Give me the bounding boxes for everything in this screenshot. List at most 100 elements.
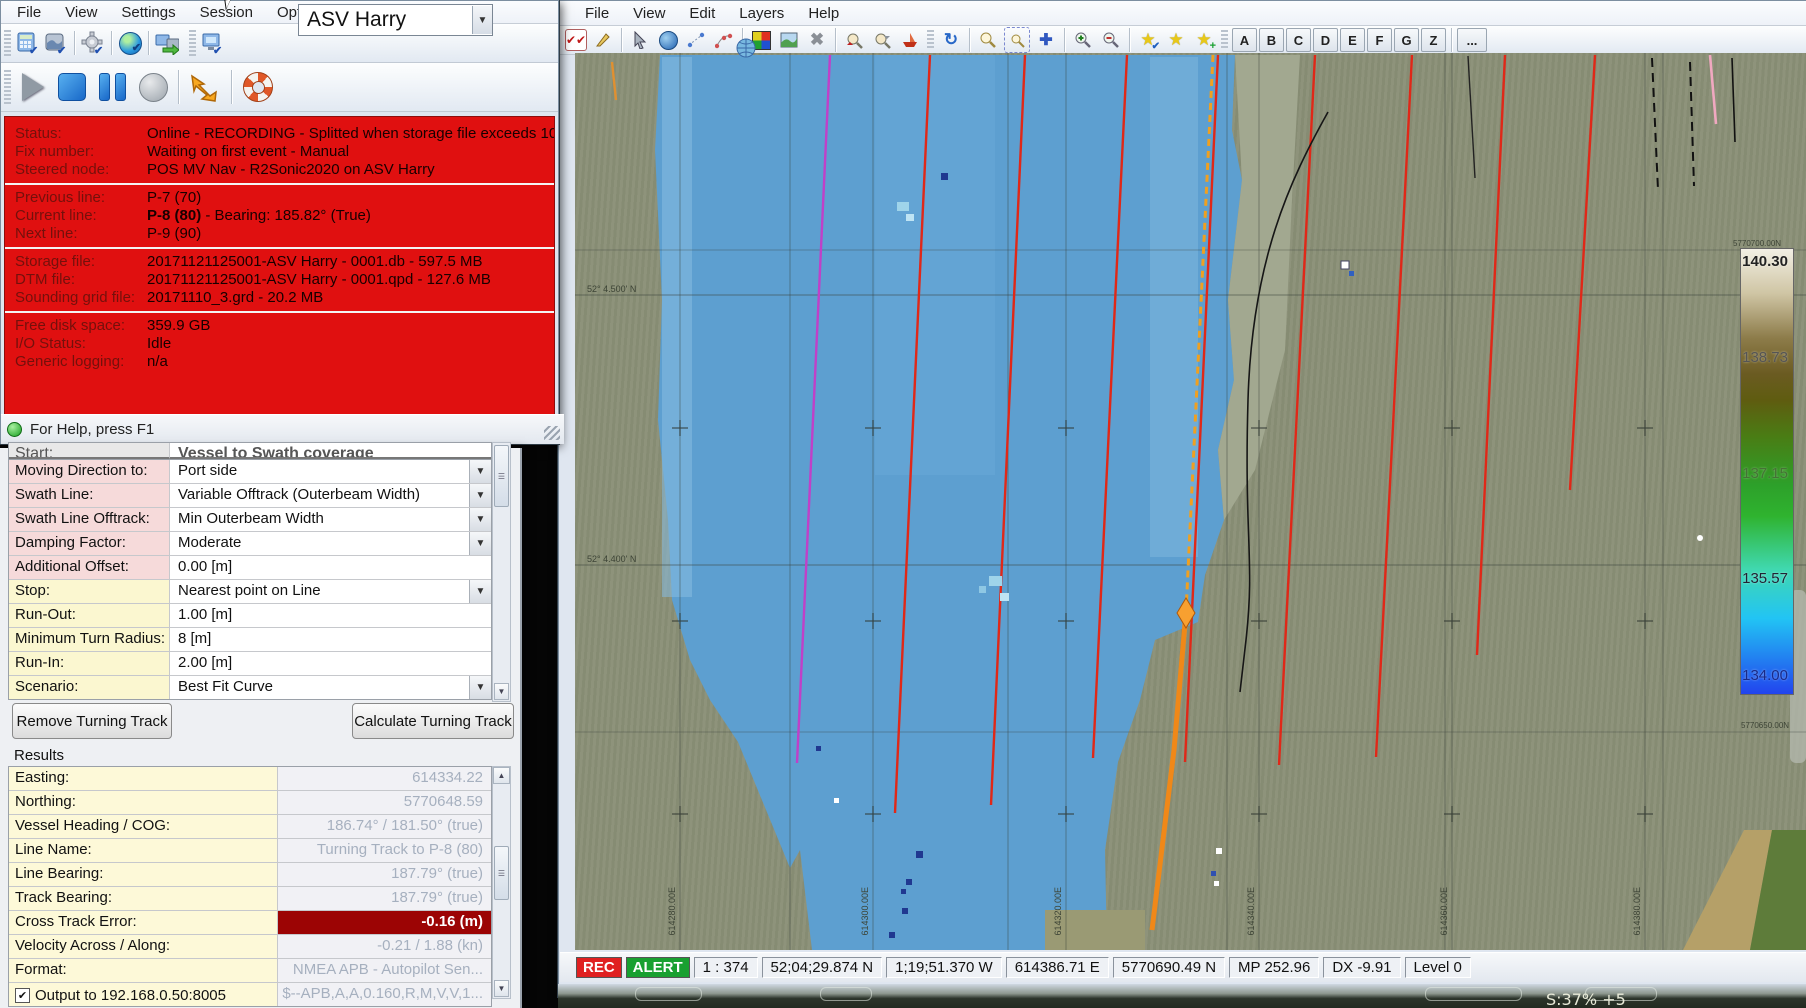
menu-view[interactable]: View bbox=[53, 2, 109, 23]
favorite-icon[interactable]: ★ bbox=[1164, 28, 1188, 52]
lat-grid-label: 52° 4.500' N bbox=[587, 284, 636, 294]
combobox-dropdown-button[interactable]: ▼ bbox=[472, 6, 492, 34]
svg-text:✔: ✔ bbox=[29, 45, 38, 55]
generic-logging-value: n/a bbox=[147, 353, 168, 371]
resize-grip[interactable] bbox=[544, 426, 560, 440]
help-hint-text: For Help, press F1 bbox=[30, 421, 154, 438]
map-menu-edit[interactable]: Edit bbox=[677, 3, 727, 24]
vessel-icon[interactable] bbox=[898, 28, 922, 52]
swath-line-select[interactable]: Variable Offtrack (Outerbeam Width) bbox=[170, 484, 469, 507]
profile-chart-icon[interactable] bbox=[777, 28, 801, 52]
osd-box bbox=[820, 987, 872, 1001]
map-menu-layers[interactable]: Layers bbox=[727, 3, 796, 24]
settings-row: Moving Direction to:Port side▼ bbox=[9, 460, 491, 484]
colorbar-label: 137.15 bbox=[1742, 465, 1788, 482]
more-layers-button[interactable]: ... bbox=[1457, 28, 1487, 52]
zoom-window-icon[interactable] bbox=[1004, 27, 1030, 53]
min-turn-radius-field[interactable]: 8 [m] bbox=[170, 628, 491, 651]
steered-node-label: Steered node: bbox=[5, 161, 147, 179]
vessel-combobox[interactable]: ASV Harry ▼ bbox=[298, 4, 493, 36]
settings-scrollbar[interactable]: ☰ ▼ bbox=[492, 442, 511, 702]
recording-indicator: REC bbox=[576, 957, 622, 978]
damping-factor-select[interactable]: Moderate bbox=[170, 532, 469, 555]
record-icon[interactable] bbox=[134, 68, 172, 106]
stop-select[interactable]: Nearest point on Line bbox=[170, 580, 469, 603]
results-scrollbar[interactable]: ▲ ☰ ▼ bbox=[492, 766, 511, 999]
additional-offset-field[interactable]: 0.00 [m] bbox=[170, 556, 491, 579]
online-globe-icon[interactable]: ✔ bbox=[118, 31, 142, 55]
play-icon[interactable] bbox=[16, 68, 50, 106]
easting-grid-label: 614380.00E bbox=[1632, 887, 1642, 936]
layer-button-d[interactable]: D bbox=[1313, 28, 1338, 52]
dropdown-arrow-icon[interactable]: ▼ bbox=[469, 580, 491, 603]
menu-file[interactable]: File bbox=[5, 2, 53, 23]
layer-button-f[interactable]: F bbox=[1367, 28, 1392, 52]
settings-gear-icon[interactable]: ✔ bbox=[81, 31, 105, 55]
session-status-panel: Status:Online - RECORDING - Splitted whe… bbox=[4, 116, 555, 422]
scale-readout: 1 : 374 bbox=[694, 957, 758, 978]
map-menu-file[interactable]: File bbox=[573, 3, 621, 24]
map-menu-help[interactable]: Help bbox=[796, 3, 851, 24]
measure-icon[interactable] bbox=[684, 28, 708, 52]
run-out-field[interactable]: 1.00 [m] bbox=[170, 604, 491, 627]
controller-node-icon[interactable]: ✔ bbox=[201, 31, 225, 55]
globe-icon[interactable] bbox=[656, 28, 680, 52]
pause-icon[interactable] bbox=[94, 68, 130, 106]
menu-settings[interactable]: Settings bbox=[109, 2, 187, 23]
moving-direction-select[interactable]: Port side bbox=[170, 460, 469, 483]
route-icon[interactable] bbox=[712, 28, 736, 52]
steered-node-value: POS MV Nav - R2Sonic2020 on ASV Harry bbox=[147, 161, 435, 179]
cursor-icon[interactable] bbox=[628, 28, 652, 52]
world-save-icon[interactable] bbox=[734, 36, 758, 60]
zoom-in-icon[interactable] bbox=[1071, 28, 1095, 52]
output-checkbox[interactable]: ✔ bbox=[15, 988, 30, 1003]
swath-offtrack-select[interactable]: Min Outerbeam Width bbox=[170, 508, 469, 531]
settings-row: Stop:Nearest point on Line▼ bbox=[9, 580, 491, 604]
layer-button-g[interactable]: G bbox=[1394, 28, 1419, 52]
status-value: Online - RECORDING - Splitted when stora… bbox=[147, 125, 555, 143]
dropdown-arrow-icon[interactable]: ▼ bbox=[469, 484, 491, 507]
next-line-value: P-9 (90) bbox=[147, 225, 201, 243]
event-arrow-icon[interactable] bbox=[185, 68, 225, 106]
stop-icon[interactable] bbox=[54, 68, 90, 106]
settings-row: Scenario:Best Fit Curve▼ bbox=[9, 676, 491, 699]
settings-row: Run-Out:1.00 [m] bbox=[9, 604, 491, 628]
checklist-icon[interactable]: ✔✔ bbox=[565, 29, 587, 51]
layer-button-c[interactable]: C bbox=[1286, 28, 1311, 52]
sounding-grid-value: 20171110_3.grd - 20.2 MB bbox=[147, 289, 323, 307]
lat-grid-label: 52° 4.400' N bbox=[587, 554, 636, 564]
scenario-select[interactable]: Best Fit Curve bbox=[170, 676, 469, 699]
favorite-add-icon[interactable]: ★+ bbox=[1192, 28, 1216, 52]
layer-button-a[interactable]: A bbox=[1232, 28, 1257, 52]
zoom-out-icon[interactable] bbox=[1099, 28, 1123, 52]
map-viewport[interactable]: 52° 4.500' N 52° 4.400' N 614280.00E 614… bbox=[575, 53, 1806, 950]
zoom-previous-icon[interactable] bbox=[842, 28, 866, 52]
settings-row: Swath Line:Variable Offtrack (Outerbeam … bbox=[9, 484, 491, 508]
magnifier-icon[interactable] bbox=[976, 28, 1000, 52]
run-in-field[interactable]: 2.00 [m] bbox=[170, 652, 491, 675]
database-setup-icon[interactable]: ✔ bbox=[16, 31, 40, 55]
dropdown-arrow-icon[interactable]: ▼ bbox=[469, 460, 491, 483]
draw-icon[interactable] bbox=[591, 28, 615, 52]
storage-file-icon[interactable]: ✔ bbox=[44, 31, 68, 55]
delete-icon[interactable]: ✖ bbox=[805, 28, 829, 52]
result-row: Track Bearing:187.79° (true) bbox=[9, 887, 491, 911]
zoom-next-icon[interactable] bbox=[870, 28, 894, 52]
dropdown-arrow-icon[interactable]: ▼ bbox=[469, 676, 491, 699]
calculate-turning-track-button[interactable]: Calculate Turning Track bbox=[352, 703, 514, 739]
layer-button-z[interactable]: Z bbox=[1421, 28, 1446, 52]
replay-transfer-icon[interactable] bbox=[155, 31, 179, 55]
dropdown-arrow-icon[interactable]: ▼ bbox=[469, 508, 491, 531]
refresh-icon[interactable]: ↻ bbox=[939, 28, 963, 52]
current-line-value: P-8 (80) - Bearing: 185.82° (True) bbox=[147, 207, 371, 225]
layer-button-b[interactable]: B bbox=[1259, 28, 1284, 52]
help-lifebuoy-icon[interactable] bbox=[238, 68, 278, 106]
map-menu-view[interactable]: View bbox=[621, 3, 677, 24]
pan-icon[interactable]: ✚ bbox=[1034, 28, 1058, 52]
remove-turning-track-button[interactable]: Remove Turning Track bbox=[12, 703, 172, 739]
track-bearing-value: 187.79° (true) bbox=[278, 887, 491, 910]
controller-window: File View Settings Session Options Reset… bbox=[0, 0, 559, 444]
layer-button-e[interactable]: E bbox=[1340, 28, 1365, 52]
favorite-check-icon[interactable]: ★✔ bbox=[1136, 28, 1160, 52]
dropdown-arrow-icon[interactable]: ▼ bbox=[469, 532, 491, 555]
